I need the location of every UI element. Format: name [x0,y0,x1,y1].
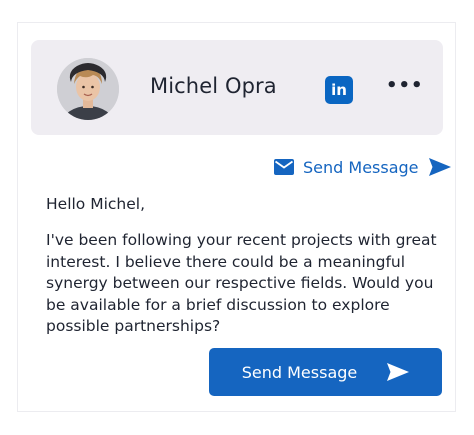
message-card: Michel Opra in ••• Send Message Hello Mi… [17,22,456,412]
send-message-button-label: Send Message [241,362,358,382]
send-message-link[interactable]: Send Message [274,155,451,179]
message-body: I've been following your recent projects… [46,231,437,335]
send-arrow-icon [387,363,410,381]
linkedin-icon[interactable]: in [325,76,353,104]
profile-name: Michel Opra [150,74,277,98]
profile-header: Michel Opra in ••• [31,40,443,135]
avatar[interactable] [57,58,119,120]
mail-icon [274,159,294,175]
send-message-link-label: Send Message [303,157,419,177]
avatar-image [57,58,119,120]
more-horizontal-icon[interactable]: ••• [386,77,423,98]
send-arrow-icon [428,158,451,176]
message-greeting: Hello Michel, [46,195,146,213]
send-message-button[interactable]: Send Message [209,348,442,396]
